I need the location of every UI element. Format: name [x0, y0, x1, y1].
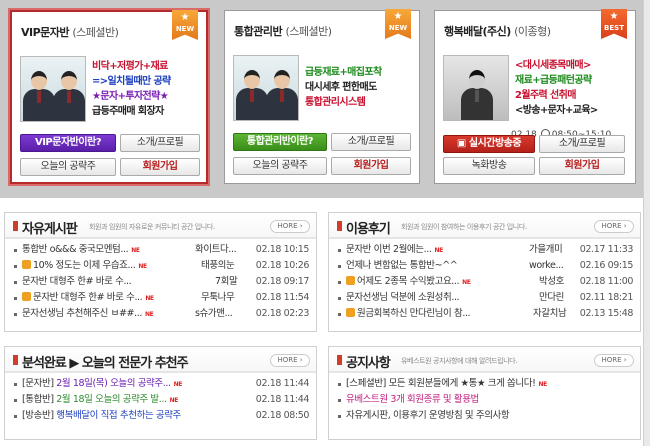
section-bullet-icon	[337, 221, 342, 231]
card-title: VIP문자반 (스페셜반)	[21, 26, 119, 39]
happy-delivery-card: 행복배달(주신) (이종형) ★ BEST <대시세종목매매> 재료+급등패턴공략…	[434, 9, 636, 184]
card-pitch: 비닥+저평가+재료 =>일치될때만 공략 ★문자+투자전략★ 급등주매매 회장자	[92, 61, 171, 117]
card-pitch: <대시세종목매매> 재료+급등패턴공략 2월주력 선취매 <방송+문자+교육>	[515, 60, 598, 116]
card-pitch: 급등재료+매집포착 대시세후 편한매도 통합관리시스템	[305, 67, 382, 108]
more-button[interactable]: HORE ›	[270, 354, 310, 367]
integrated-card: 통합관리반 (스페셜반) ★ NEW 급등재료+매집포착 대시세후 편한매도 통합…	[224, 9, 420, 184]
more-button[interactable]: HORE ›	[270, 220, 310, 233]
notice-panel: 공지사항 유베스트원 공지사항에 대해 알려드립니다. HORE › [스페셜반…	[328, 346, 641, 440]
vip-intro-button[interactable]: VIP문자반이란?	[20, 134, 116, 152]
today-pick-button[interactable]: 오늘의 공략주	[233, 157, 327, 175]
list-item[interactable]: 문자선생님 덕분에 소원성취... 만다린 02.11 18:21	[329, 290, 640, 306]
section-title: 자유게시판	[22, 222, 78, 237]
analysis-panel: 분석완료 ▶ 오늘의 전문가 추천주 HORE › [문자반] 2월 18일(목…	[4, 346, 317, 440]
photo-icon	[22, 292, 31, 301]
list-item[interactable]: [방송반] 행복배달이 직접 추천하는 공략주 02.18 08:50	[5, 408, 316, 424]
join-button[interactable]: 회원가입	[539, 157, 625, 175]
replay-button[interactable]: 녹화방송	[443, 157, 535, 175]
list-item[interactable]: [문자반] 2월 18일(목) 오늘의 공략주... NE 02.18 11:44	[5, 376, 316, 392]
section-desc: 유베스트원 공지사항에 대해 알려드립니다.	[401, 357, 518, 365]
section-bullet-icon	[13, 355, 18, 365]
live-broadcast-button[interactable]: ▣ 실시간방송중	[443, 135, 535, 153]
section-bullet-icon	[13, 221, 18, 231]
section-title: 분석완료 ▶ 오늘의 전문가 추천주	[22, 356, 189, 371]
list-item[interactable]: 문자반 대형주 한# 바로 수... NE 무툭나무 02.18 11:54	[5, 290, 316, 306]
list-item[interactable]: [스페셜반] 모든 회원분들에게 ★통★ 크게 쏩니다! NE	[329, 376, 640, 392]
more-button[interactable]: HORE ›	[594, 220, 634, 233]
section-title: 이용후기	[346, 222, 391, 237]
section-title: 공지사항	[346, 356, 391, 371]
section-bullet-icon	[337, 355, 342, 365]
free-board-panel: 자유게시판 회원과 임원의 자유로운 커뮤니티 공간 입니다. HORE › 통…	[4, 212, 317, 332]
list-item[interactable]: 유베스트원 3개 회원종류 및 활용법	[329, 392, 640, 408]
profile-button[interactable]: 소개/프로필	[331, 133, 411, 151]
list-item[interactable]: 어제도 2종목 수익봤고요... NE 박성호 02.18 11:00	[329, 274, 640, 290]
photo-icon	[346, 308, 355, 317]
integrated-intro-button[interactable]: 통합관리반이란?	[233, 133, 327, 151]
card-title: 행복배달(주신) (이종형)	[444, 25, 551, 38]
section-desc: 회원과 임원의 자유로운 커뮤니티 공간 입니다.	[89, 223, 215, 231]
list-item[interactable]: 언제나 변함없는 통합반~^^ worke... 02.16 09:15	[329, 258, 640, 274]
list-item[interactable]: 문자선생님 추천해주신 ㅂ##... NE s슈가맨... 02.18 02:23	[5, 306, 316, 322]
list-item[interactable]: 문자반 대형주 한# 바로 수... 7회말 02.18 09:17	[5, 274, 316, 290]
list-item[interactable]: 10% 정도는 이제 우습죠... NE 태풍의눈 02.18 10:26	[5, 258, 316, 274]
list-item[interactable]: 통합반 o&&& 중국모멘텀... NE 화이트다... 02.18 10:15	[5, 242, 316, 258]
profile-button[interactable]: 소개/프로필	[539, 135, 625, 153]
list-item[interactable]: 자유게시판, 이용후기 운영방침 및 주의사항	[329, 408, 640, 424]
vertical-scrollbar[interactable]	[643, 0, 650, 446]
new-badge: ★ NEW	[172, 10, 198, 40]
review-board-panel: 이용후기 회원과 임원이 참여하는 이용후기 공간 입니다. HORE › 문자…	[328, 212, 641, 332]
card-title: 통합관리반 (스페셜반)	[234, 25, 332, 38]
photo-icon	[346, 276, 355, 285]
expert-photo[interactable]	[233, 55, 299, 121]
new-badge: ★ NEW	[385, 9, 411, 39]
list-item[interactable]: [통합반] 2월 18일 오늘의 공략주 발... NE 02.18 11:44	[5, 392, 316, 408]
vip-text-card: VIP문자반 (스페셜반) ★ NEW 비닥+저평가+재료 =>일치될때만 공략 …	[10, 10, 208, 184]
expert-photo[interactable]	[443, 55, 509, 121]
expert-photo[interactable]	[20, 56, 86, 122]
section-desc: 회원과 임원이 참여하는 이용후기 공간 입니다.	[401, 223, 527, 231]
join-button[interactable]: 회원가입	[331, 157, 411, 175]
best-badge: ★ BEST	[601, 9, 627, 39]
list-item[interactable]: 문자반 이번 2월에는... NE 가을개미 02.17 11:33	[329, 242, 640, 258]
join-button[interactable]: 회원가입	[120, 158, 200, 176]
today-pick-button[interactable]: 오늘의 공략주	[20, 158, 116, 176]
profile-button[interactable]: 소개/프로필	[120, 134, 200, 152]
list-item[interactable]: 원금회복하신 만다린님이 참... 자갈치남 02.13 15:48	[329, 306, 640, 322]
photo-icon	[22, 260, 31, 269]
more-button[interactable]: HORE ›	[594, 354, 634, 367]
tv-icon: ▣	[456, 138, 466, 149]
